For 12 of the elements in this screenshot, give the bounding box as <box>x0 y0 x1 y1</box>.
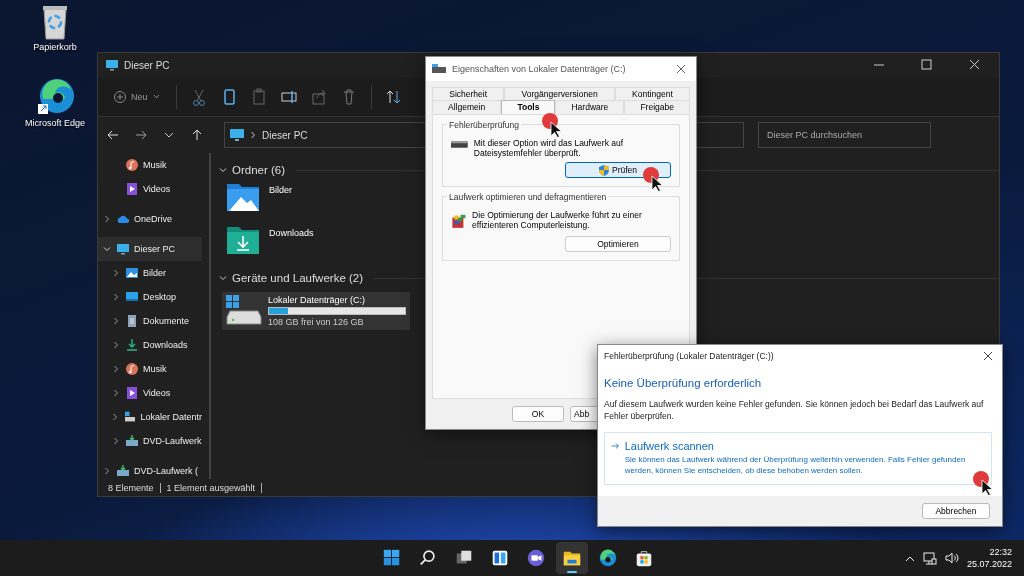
drive-name: Lokaler Datenträger (C:) <box>268 295 367 305</box>
status-text: 1 Element ausgewählt <box>166 482 256 493</box>
window-title: Dieser PC <box>124 59 170 71</box>
description-text: Die Optimierung der Laufwerke führt zu einer effizienteren Computerleistung. <box>472 210 643 230</box>
group-title: Laufwerk optimieren und defragmentieren <box>447 192 609 202</box>
description-text: Mit dieser Option wird das Laufwerk auf Dateisystemfehler überprüft. <box>473 138 625 158</box>
dialog-heading: Keine Überprüfung erforderlich <box>603 376 763 389</box>
group-title: Fehlerüberprüfung <box>447 120 521 130</box>
free-space-text: 108 GB frei von 126 GB <box>268 317 365 327</box>
status-text: 8 Elemente <box>108 482 154 493</box>
dialog-title: Eigenschaften von Lokaler Datenträger (C:) <box>452 64 626 74</box>
dialog-title: Fehlerüberprüfung (Lokaler Datenträger (C:)) <box>604 351 774 361</box>
